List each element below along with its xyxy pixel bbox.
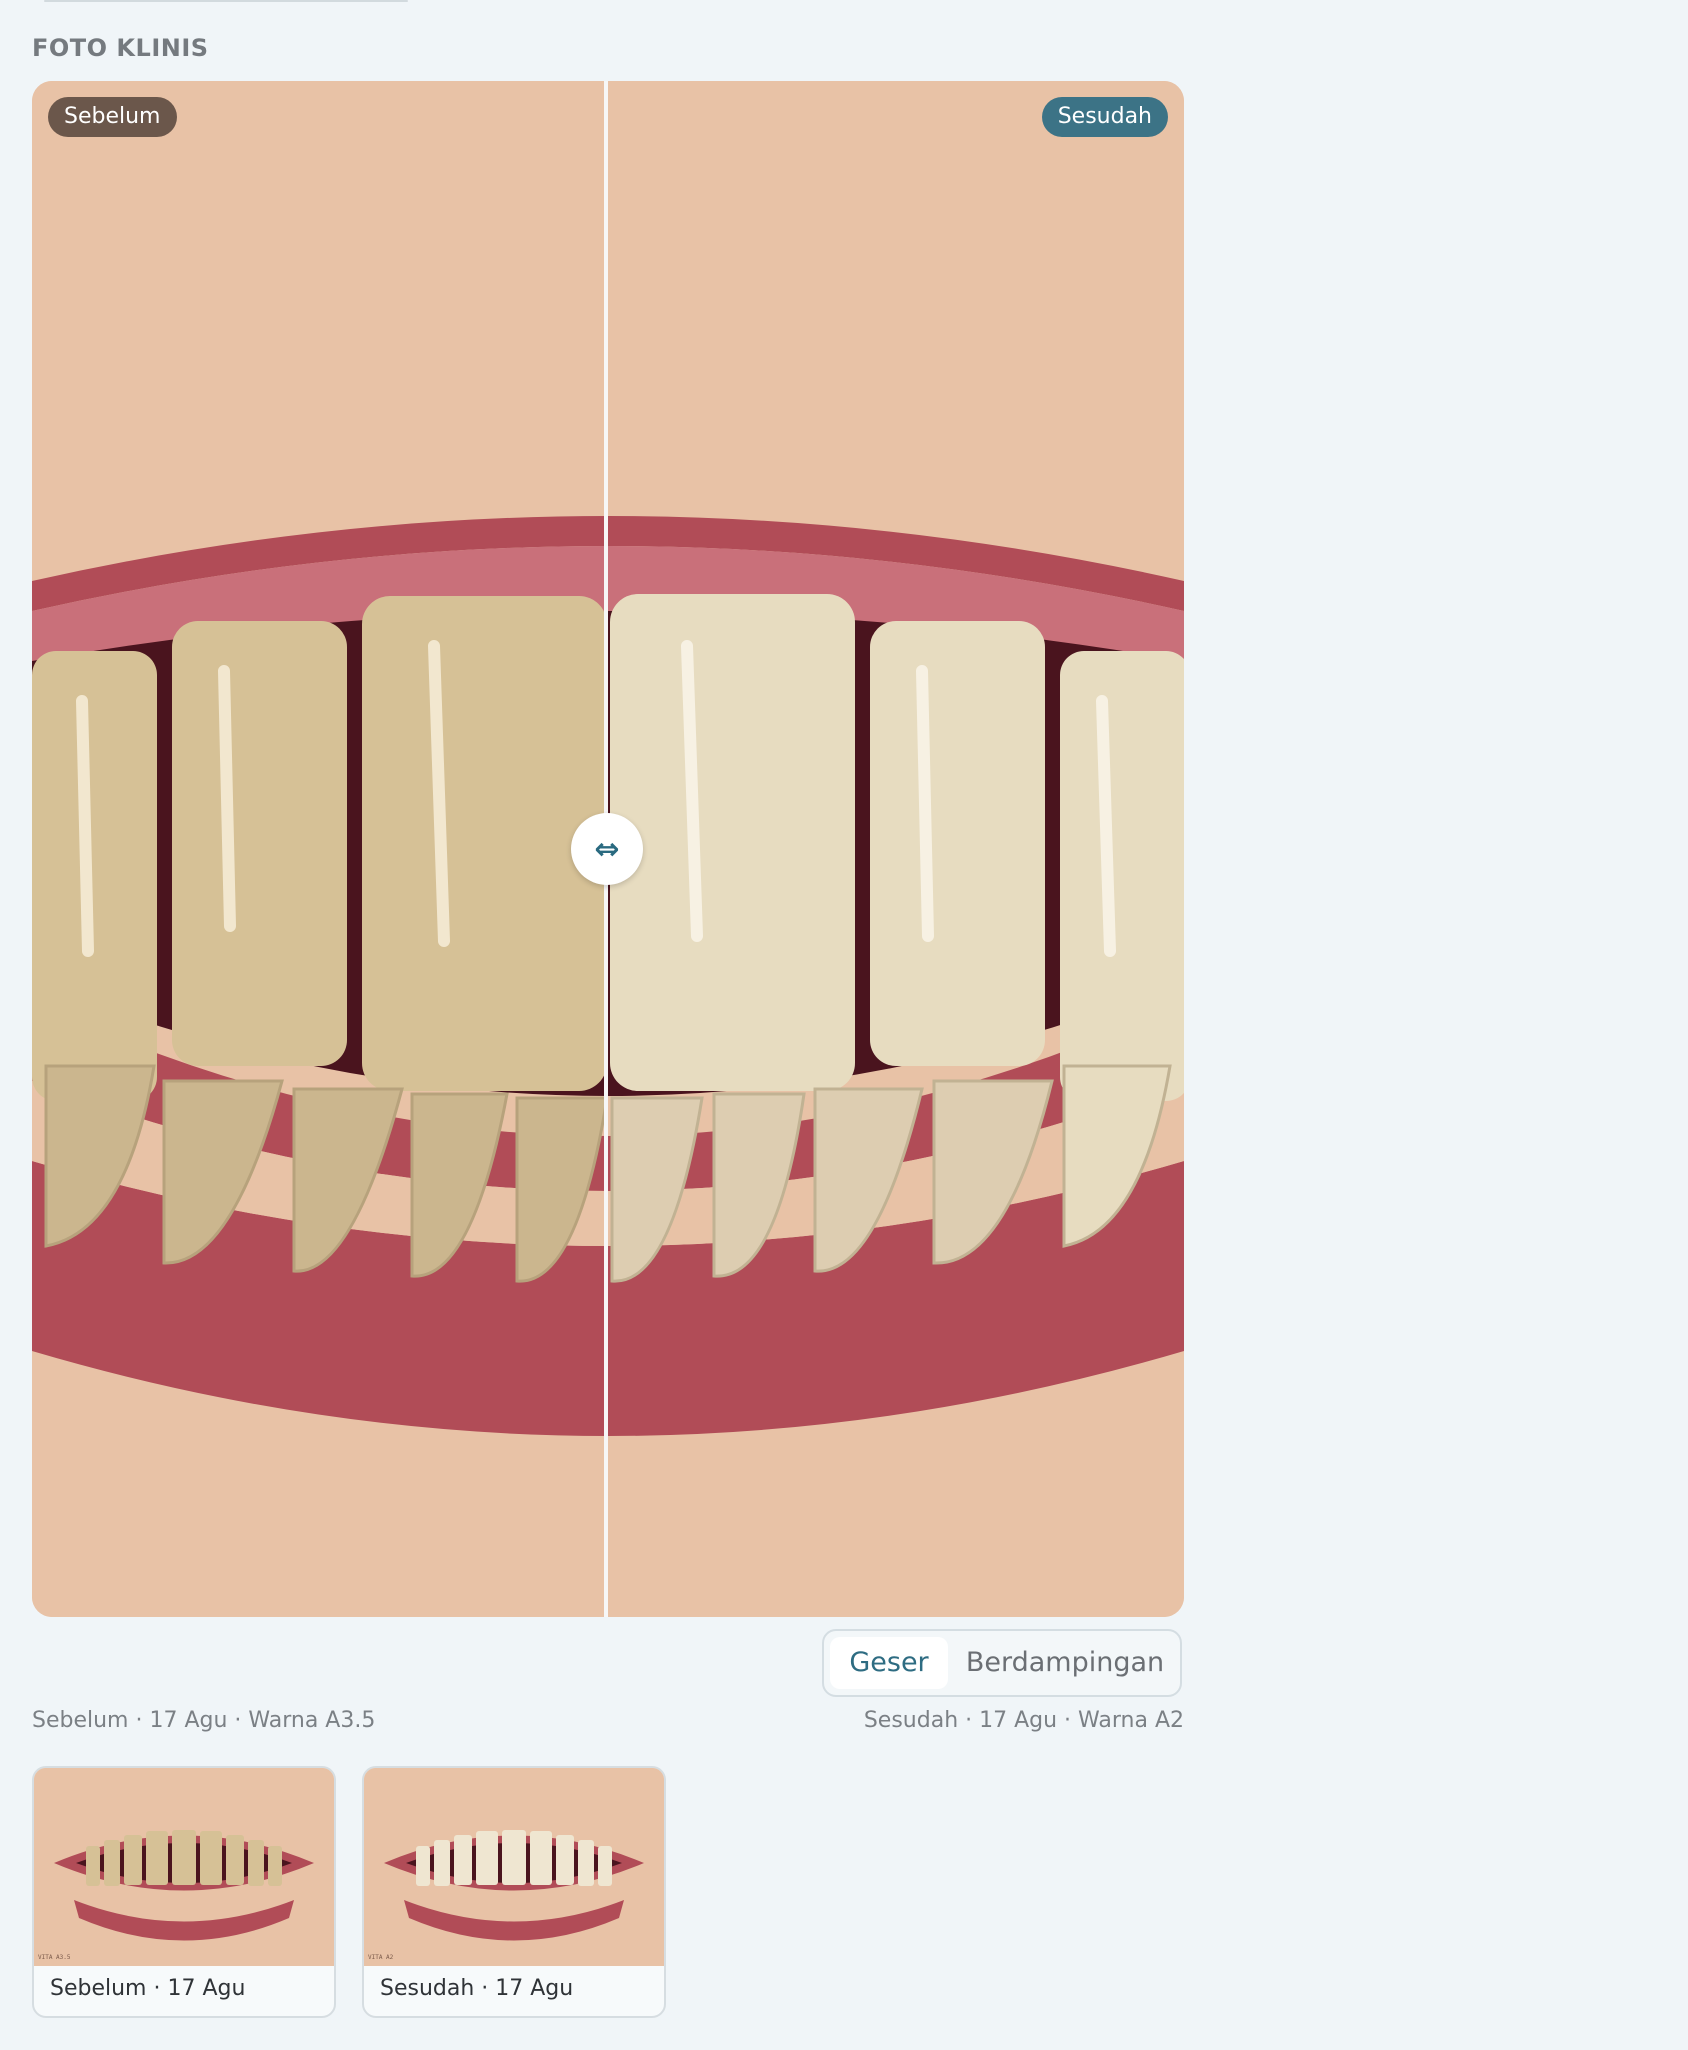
thumbnail-label: Sebelum · 17 Agu (50, 1976, 246, 2001)
section-title: FOTO KLINIS (32, 34, 209, 62)
thumbnail-shade-tag: VITA A3.5 (38, 1954, 71, 1961)
before-badge: Sebelum (48, 97, 177, 137)
thumbnail-image (364, 1768, 664, 1966)
thumbnail-shade-tag: VITA A2 (368, 1954, 394, 1961)
after-caption: Sesudah · 17 Agu · Warna A2 (863, 1708, 1184, 1733)
before-caption: Sebelum · 17 Agu · Warna A3.5 (32, 1708, 376, 1733)
after-badge: Sesudah (1041, 97, 1168, 137)
thumbnail-label: Sesudah · 17 Agu (380, 1976, 574, 2001)
mode-slider-button[interactable]: Geser (830, 1637, 948, 1689)
slider-handle[interactable]: ⇔ (571, 813, 643, 885)
thumbnail-image (34, 1768, 334, 1966)
view-mode-toggle: Geser Berdampingan (822, 1629, 1182, 1697)
mode-side-by-side-button[interactable]: Berdampingan (954, 1637, 1176, 1689)
before-teeth (32, 596, 606, 1283)
drag-arrows-icon: ⇔ (594, 831, 620, 867)
thumbnail-before[interactable]: VITA A3.5 Sebelum · 17 Agu (32, 1766, 336, 2018)
top-divider (44, 0, 408, 2)
thumbnail-after[interactable]: VITA A2 Sesudah · 17 Agu (362, 1766, 666, 2018)
